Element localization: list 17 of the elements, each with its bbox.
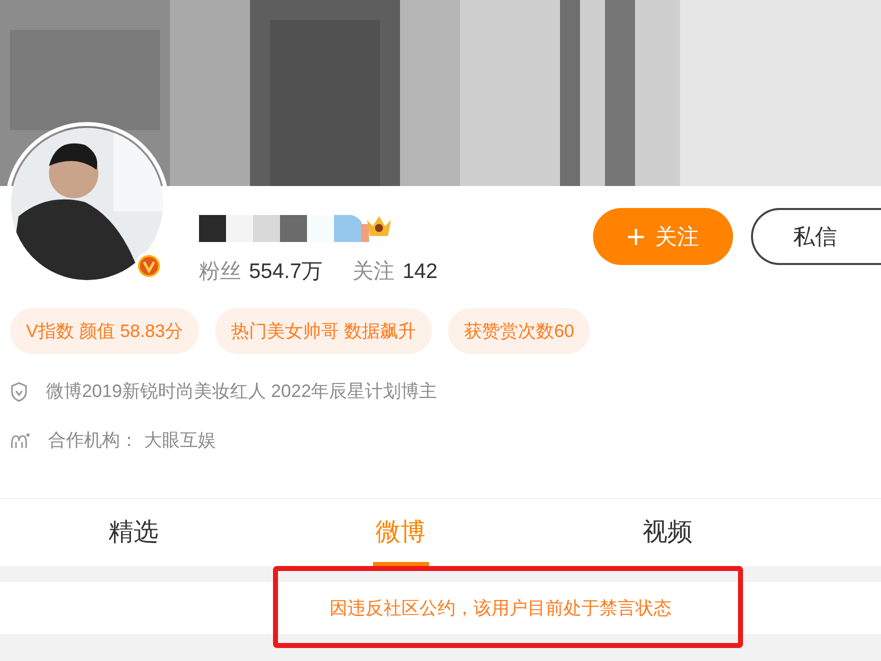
- profile-tab[interactable]: 精选: [0, 499, 267, 566]
- plus-icon: [627, 228, 645, 246]
- agency-icon: [10, 432, 30, 450]
- profile-tag: V指数 颜值 58.83分: [10, 308, 200, 354]
- profile-tag: 热门美女帅哥 数据飙升: [215, 308, 432, 354]
- honor-text: 微博2019新锐时尚美妆红人 2022年辰星计划博主: [46, 380, 438, 403]
- stat-label: 关注: [352, 259, 395, 285]
- stat-value: 142: [402, 259, 438, 285]
- message-button[interactable]: 私信: [751, 208, 881, 265]
- stat-label: 粉丝: [199, 259, 241, 285]
- profile-tag: 获赞赏次数60: [448, 308, 590, 354]
- shield-icon: [10, 382, 28, 402]
- ban-notice: 因违反社区公约，该用户目前处于禁言状态: [330, 596, 672, 620]
- agency-label: 合作机构：: [48, 429, 138, 452]
- profile-tab[interactable]: 视频: [534, 499, 801, 566]
- stat-value: 554.7万: [249, 259, 323, 285]
- agency-name: 大眼互娱: [144, 429, 216, 452]
